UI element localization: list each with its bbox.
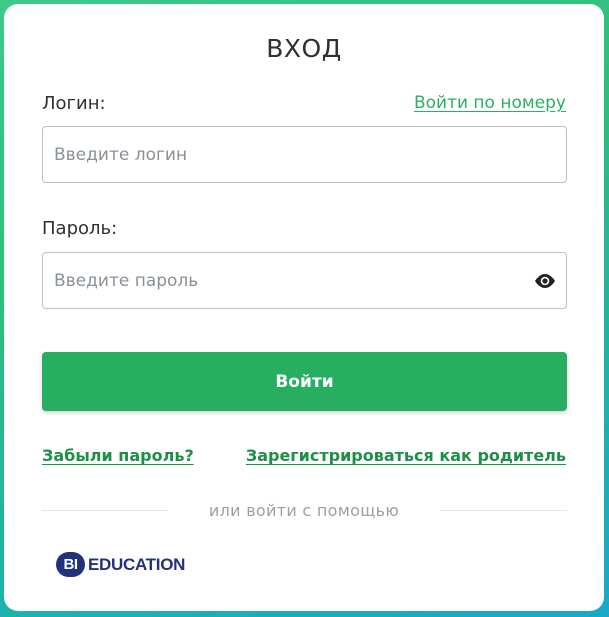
page-title: ВХОД [266,34,342,63]
submit-button[interactable]: Войти [42,352,567,411]
register-parent-link[interactable]: Зарегистрироваться как родитель [246,446,566,465]
password-input[interactable] [43,253,566,308]
login-field [42,126,567,183]
login-input[interactable] [43,127,566,182]
password-field [42,252,567,309]
divider-text: или войти с помощью [208,501,400,520]
login-by-phone-link[interactable]: Войти по номеру [414,93,566,113]
eye-icon[interactable] [533,271,557,291]
provider-name: EDUCATION [88,554,186,574]
forgot-password-link[interactable]: Забыли пароль? [42,446,194,465]
bi-education-login-button[interactable]: BI EDUCATION [56,552,185,577]
bi-logo-icon: BI [56,552,85,577]
login-label: Логин: [42,93,106,114]
login-card: ВХОД Логин: Войти по номеру Пароль: Войт… [4,4,604,611]
password-label: Пароль: [42,218,118,239]
